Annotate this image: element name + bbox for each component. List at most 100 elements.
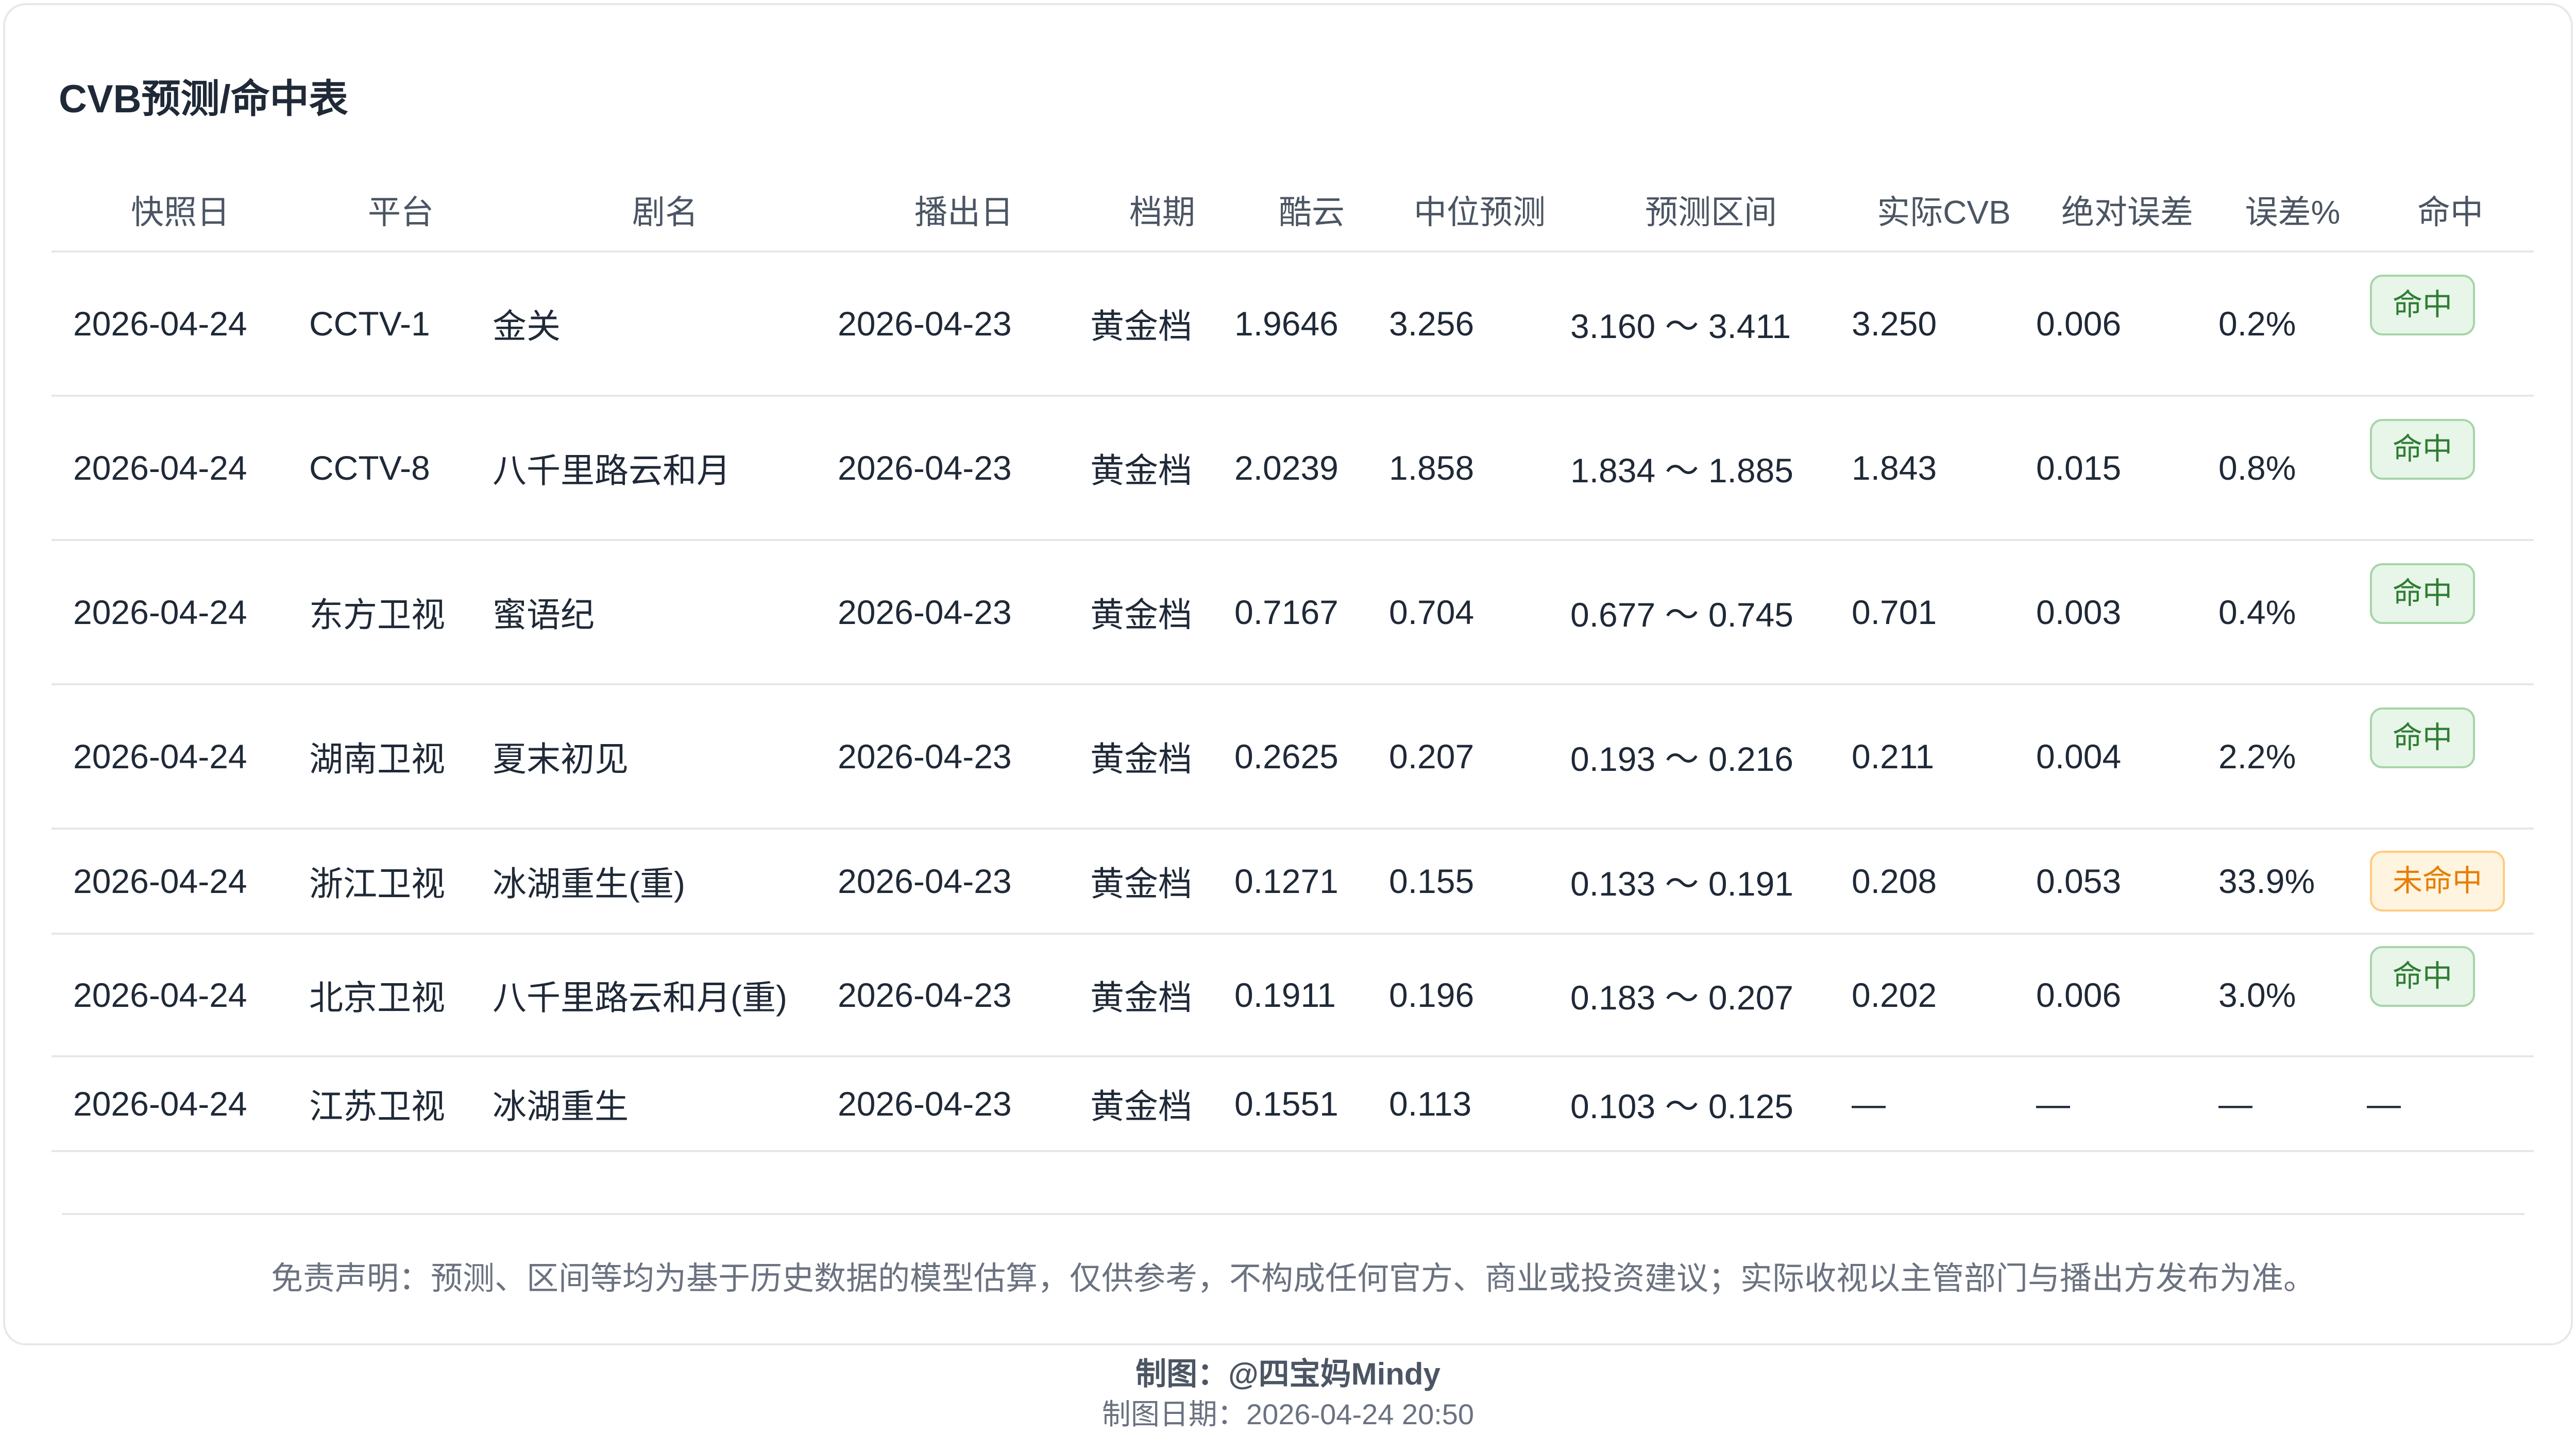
col-actual: 实际CVB bbox=[1852, 169, 2036, 252]
cell-air-date: 2026-04-23 bbox=[838, 251, 1090, 397]
cell-drama: 蜜语纪 bbox=[493, 540, 838, 685]
cell-kuyun: 0.1271 bbox=[1234, 829, 1389, 935]
footer-author: 制图：@四宝妈Mindy bbox=[1136, 1357, 1440, 1391]
cell-actual: — bbox=[1852, 1056, 2036, 1152]
cell-actual: 0.202 bbox=[1852, 934, 2036, 1057]
col-hit: 命中 bbox=[2367, 169, 2534, 252]
table-header-row: 快照日 平台 剧名 播出日 档期 酷云 中位预测 预测区间 实际CVB 绝对误差… bbox=[52, 169, 2534, 252]
cell-median: 0.207 bbox=[1389, 684, 1570, 830]
hit-badge: 命中 bbox=[2370, 563, 2476, 624]
cell-slot: 黄金档 bbox=[1090, 540, 1234, 685]
table-row: 2026-04-24 CCTV-8 八千里路云和月 2026-04-23 黄金档… bbox=[52, 396, 2534, 541]
cell-air-date: 2026-04-23 bbox=[838, 684, 1090, 830]
cell-air-date: 2026-04-23 bbox=[838, 540, 1090, 685]
divider bbox=[62, 1213, 2524, 1215]
hit-badge: 命中 bbox=[2370, 419, 2476, 480]
cell-hit: 命中 bbox=[2367, 684, 2534, 830]
cell-hit: 命中 bbox=[2367, 396, 2534, 541]
cell-snapshot: 2026-04-24 bbox=[52, 684, 309, 830]
col-snapshot-date: 快照日 bbox=[52, 169, 309, 252]
cell-err-pct: — bbox=[2218, 1056, 2367, 1152]
cell-range: 0.677 ～ 0.745 bbox=[1570, 540, 1852, 685]
cell-median: 0.196 bbox=[1389, 934, 1570, 1057]
hit-badge: 命中 bbox=[2370, 946, 2476, 1007]
cell-err-pct: 0.4% bbox=[2218, 540, 2367, 685]
cvb-table: 快照日 平台 剧名 播出日 档期 酷云 中位预测 预测区间 实际CVB 绝对误差… bbox=[52, 169, 2534, 1152]
table-title: CVB预测/命中表 bbox=[59, 77, 348, 121]
col-slot: 档期 bbox=[1090, 169, 1234, 252]
cell-kuyun: 2.0239 bbox=[1234, 396, 1389, 541]
cell-median: 1.858 bbox=[1389, 396, 1570, 541]
table-row: 2026-04-24 江苏卫视 冰湖重生 2026-04-23 黄金档 0.15… bbox=[52, 1056, 2534, 1152]
cell-abs-err: — bbox=[2036, 1056, 2218, 1152]
cell-actual: 0.208 bbox=[1852, 829, 2036, 935]
cell-platform: 北京卫视 bbox=[309, 934, 493, 1057]
table-row: 2026-04-24 湖南卫视 夏末初见 2026-04-23 黄金档 0.26… bbox=[52, 684, 2534, 830]
cell-slot: 黄金档 bbox=[1090, 396, 1234, 541]
cell-kuyun: 0.1551 bbox=[1234, 1056, 1389, 1152]
cell-platform: CCTV-8 bbox=[309, 396, 493, 541]
cell-slot: 黄金档 bbox=[1090, 684, 1234, 830]
cell-drama: 冰湖重生(重) bbox=[493, 829, 838, 935]
cell-median: 3.256 bbox=[1389, 251, 1570, 397]
footer-date: 制图日期：2026-04-24 20:50 bbox=[1101, 1398, 1475, 1430]
cell-snapshot: 2026-04-24 bbox=[52, 396, 309, 541]
cell-platform: 东方卫视 bbox=[309, 540, 493, 685]
cell-range: 3.160 ～ 3.411 bbox=[1570, 251, 1852, 397]
cell-drama: 冰湖重生 bbox=[493, 1056, 838, 1152]
cell-range: 0.183 ～ 0.207 bbox=[1570, 934, 1852, 1057]
cell-air-date: 2026-04-23 bbox=[838, 829, 1090, 935]
cell-err-pct: 3.0% bbox=[2218, 934, 2367, 1057]
cell-abs-err: 0.006 bbox=[2036, 934, 2218, 1057]
col-kuyun: 酷云 bbox=[1234, 169, 1389, 252]
col-air-date: 播出日 bbox=[838, 169, 1090, 252]
col-drama: 剧名 bbox=[493, 169, 838, 252]
cell-err-pct: 0.2% bbox=[2218, 251, 2367, 397]
cell-snapshot: 2026-04-24 bbox=[52, 934, 309, 1057]
cell-actual: 1.843 bbox=[1852, 396, 2036, 541]
cell-abs-err: 0.015 bbox=[2036, 396, 2218, 541]
cell-platform: 江苏卫视 bbox=[309, 1056, 493, 1152]
cell-snapshot: 2026-04-24 bbox=[52, 540, 309, 685]
cell-err-pct: 33.9% bbox=[2218, 829, 2367, 935]
cell-slot: 黄金档 bbox=[1090, 251, 1234, 397]
cell-drama: 八千里路云和月 bbox=[493, 396, 838, 541]
table-row: 2026-04-24 浙江卫视 冰湖重生(重) 2026-04-23 黄金档 0… bbox=[52, 829, 2534, 935]
cell-kuyun: 0.7167 bbox=[1234, 540, 1389, 685]
cell-snapshot: 2026-04-24 bbox=[52, 251, 309, 397]
cell-range: 0.193 ～ 0.216 bbox=[1570, 684, 1852, 830]
cell-air-date: 2026-04-23 bbox=[838, 1056, 1090, 1152]
col-err-pct: 误差% bbox=[2218, 169, 2367, 252]
cell-snapshot: 2026-04-24 bbox=[52, 829, 309, 935]
cell-actual: 3.250 bbox=[1852, 251, 2036, 397]
table-row: 2026-04-24 北京卫视 八千里路云和月(重) 2026-04-23 黄金… bbox=[52, 934, 2534, 1057]
cell-range: 0.133 ～ 0.191 bbox=[1570, 829, 1852, 935]
cell-actual: 0.701 bbox=[1852, 540, 2036, 685]
cell-actual: 0.211 bbox=[1852, 684, 2036, 830]
cell-kuyun: 1.9646 bbox=[1234, 251, 1389, 397]
cell-air-date: 2026-04-23 bbox=[838, 934, 1090, 1057]
cell-range: 0.103 ～ 0.125 bbox=[1570, 1056, 1852, 1152]
cell-slot: 黄金档 bbox=[1090, 934, 1234, 1057]
cell-hit: 命中 bbox=[2367, 934, 2534, 1057]
cell-hit: 命中 bbox=[2367, 251, 2534, 397]
cell-snapshot: 2026-04-24 bbox=[52, 1056, 309, 1152]
disclaimer: 免责声明：预测、区间等均为基于历史数据的模型估算，仅供参考，不构成任何官方、商业… bbox=[270, 1261, 2315, 1296]
hit-badge: 命中 bbox=[2370, 707, 2476, 768]
cell-slot: 黄金档 bbox=[1090, 1056, 1234, 1152]
cell-err-pct: 2.2% bbox=[2218, 684, 2367, 830]
cell-abs-err: 0.003 bbox=[2036, 540, 2218, 685]
cell-hit: 命中 bbox=[2367, 540, 2534, 685]
cell-air-date: 2026-04-23 bbox=[838, 396, 1090, 541]
col-median: 中位预测 bbox=[1389, 169, 1570, 252]
col-platform: 平台 bbox=[309, 169, 493, 252]
cell-abs-err: 0.053 bbox=[2036, 829, 2218, 935]
cell-abs-err: 0.006 bbox=[2036, 251, 2218, 397]
cell-kuyun: 0.2625 bbox=[1234, 684, 1389, 830]
cell-platform: CCTV-1 bbox=[309, 251, 493, 397]
table-row: 2026-04-24 CCTV-1 金关 2026-04-23 黄金档 1.96… bbox=[52, 251, 2534, 397]
cell-drama: 金关 bbox=[493, 251, 838, 397]
cell-platform: 浙江卫视 bbox=[309, 829, 493, 935]
miss-badge: 未命中 bbox=[2370, 851, 2505, 912]
hit-badge: 命中 bbox=[2370, 275, 2476, 335]
